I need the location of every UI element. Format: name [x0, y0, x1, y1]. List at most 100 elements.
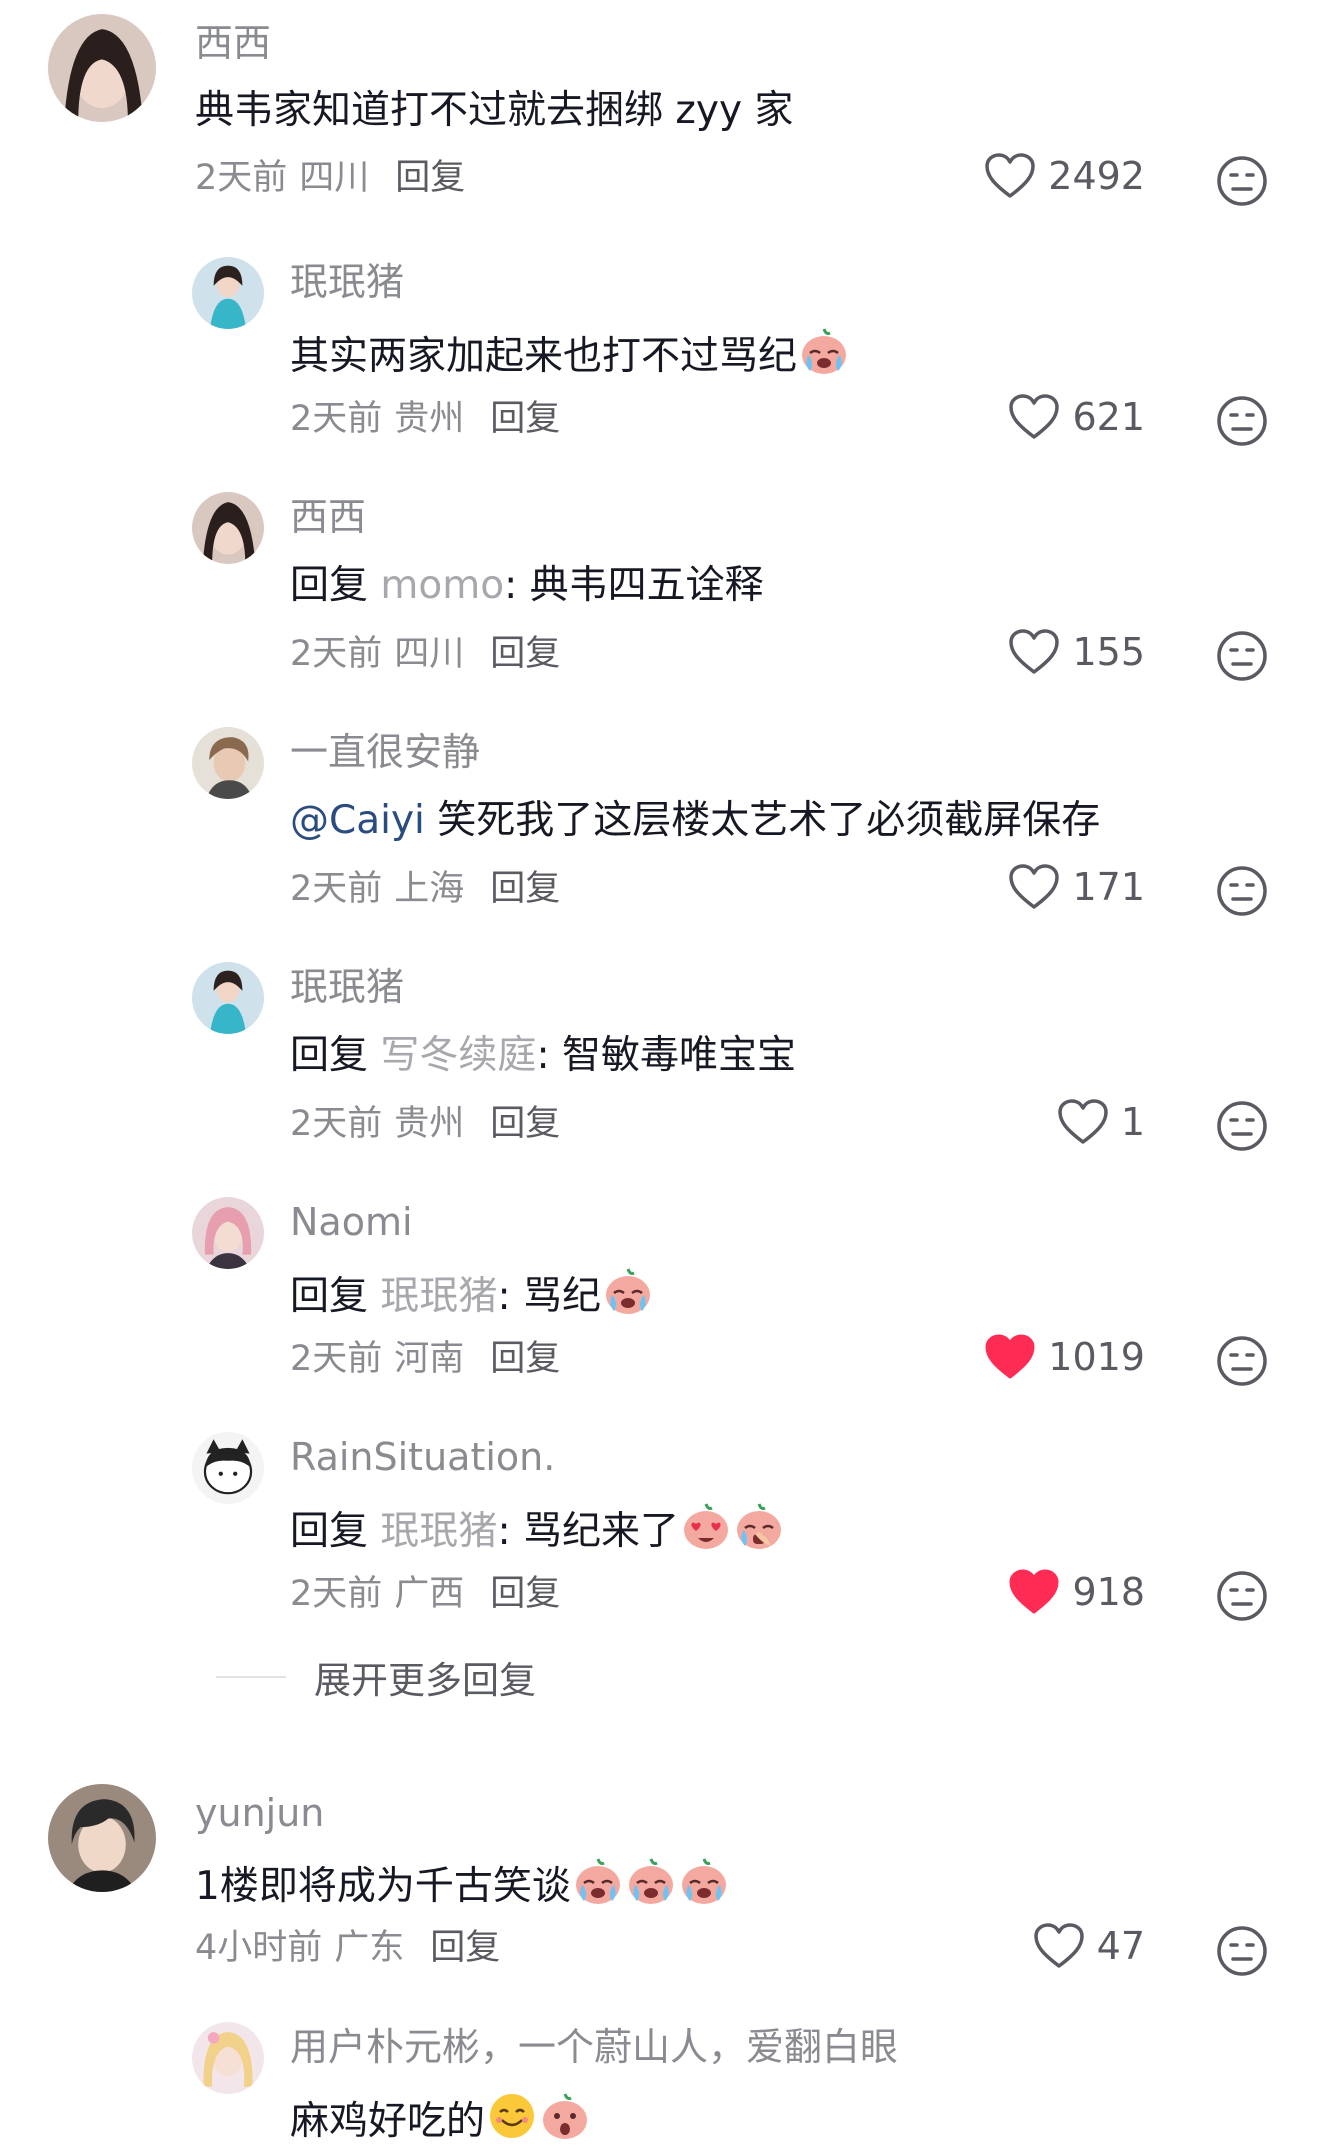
- heart-outline-icon: [1009, 629, 1060, 674]
- divider: [216, 1676, 286, 1678]
- like-button[interactable]: 2492: [984, 152, 1145, 200]
- reply-button[interactable]: 回复: [395, 158, 465, 198]
- comment-location: 河南: [394, 1339, 465, 1379]
- crying-face-icon: [798, 325, 850, 377]
- reply-button[interactable]: 回复: [490, 1339, 560, 1379]
- comment-meta: 2天前 贵州 回复: [290, 1101, 560, 1147]
- comment-location: 广东: [334, 1928, 405, 1968]
- expand-replies-button[interactable]: 展开更多回复: [216, 1650, 536, 1704]
- crying-face-icon: [678, 1855, 730, 1907]
- heart-eyes-face-icon: [680, 1500, 732, 1552]
- comment-body: : 智敏毒唯宝宝: [536, 1033, 796, 1078]
- comment-meta: 4小时前 广东 回复: [195, 1925, 500, 1971]
- comment-username[interactable]: 用户朴元彬，一个蔚山人，爱翻白眼: [290, 2023, 898, 2071]
- comment-location: 贵州: [394, 1104, 465, 1144]
- avatar[interactable]: [192, 492, 264, 564]
- comment-body: 麻鸡好吃的: [290, 2099, 486, 2144]
- comment-time: 2天前: [290, 399, 383, 439]
- reply-target-username[interactable]: momo: [380, 563, 504, 608]
- comment-text: 其实两家加起来也打不过骂纪: [290, 325, 850, 383]
- comment-username[interactable]: 一直很安静: [290, 728, 480, 776]
- comment-username[interactable]: 珉珉猪: [290, 258, 404, 306]
- like-button[interactable]: 171: [1008, 863, 1145, 911]
- comment-username[interactable]: 珉珉猪: [290, 963, 404, 1011]
- comment-body: : 骂纪来了: [497, 1509, 679, 1554]
- mention-link[interactable]: @Caiyi: [290, 798, 425, 843]
- reply-button[interactable]: 回复: [490, 399, 560, 439]
- comment-text: 典韦家知道打不过就去捆绑 zyy 家: [195, 85, 793, 137]
- comment-time: 2天前: [290, 1104, 383, 1144]
- like-count: 1: [1120, 1100, 1145, 1144]
- comment-time: 2天前: [290, 1574, 383, 1614]
- comment-meta: 2天前 广西 回复: [290, 1571, 560, 1617]
- like-count: 2492: [1048, 154, 1145, 198]
- like-button[interactable]: 1019: [984, 1333, 1145, 1381]
- avatar[interactable]: [192, 1197, 264, 1269]
- comment-meta: 2天前 上海 回复: [290, 866, 560, 912]
- like-count: 171: [1072, 865, 1145, 909]
- shocked-face-icon: [539, 2090, 591, 2142]
- comment-username[interactable]: 西西: [195, 19, 271, 67]
- heart-outline-icon: [1009, 394, 1060, 439]
- dislike-button[interactable]: [1216, 155, 1268, 207]
- neutral-face-icon: [1217, 396, 1267, 446]
- crying-face-icon: [602, 1265, 654, 1317]
- dislike-button[interactable]: [1216, 1100, 1268, 1152]
- comment-username[interactable]: yunjun: [195, 1789, 324, 1837]
- like-button[interactable]: 621: [1008, 393, 1145, 441]
- like-count: 1019: [1048, 1335, 1145, 1379]
- comment-location: 广西: [394, 1574, 465, 1614]
- sobbing-face-icon: [733, 1500, 785, 1552]
- crying-face-icon: [625, 1855, 677, 1907]
- neutral-face-icon: [1217, 1571, 1267, 1621]
- reply-button[interactable]: 回复: [490, 869, 560, 909]
- reply-button[interactable]: 回复: [490, 634, 560, 674]
- avatar[interactable]: [192, 257, 264, 329]
- like-button[interactable]: 918: [1008, 1568, 1145, 1616]
- reply-prefix: 回复: [290, 1509, 369, 1554]
- neutral-face-icon: [1217, 1101, 1267, 1151]
- like-button[interactable]: 155: [1008, 628, 1145, 676]
- comment-text: 麻鸡好吃的: [290, 2090, 591, 2148]
- like-count: 47: [1096, 1924, 1145, 1968]
- comment-text: 回复 momo: 典韦四五诠释: [290, 560, 764, 612]
- comment-location: 贵州: [394, 399, 465, 439]
- comment-time: 4小时前: [195, 1928, 323, 1968]
- comment-username[interactable]: Naomi: [290, 1198, 413, 1246]
- comment-time: 2天前: [290, 869, 383, 909]
- heart-outline-icon: [985, 153, 1036, 198]
- heart-outline-icon: [1033, 1923, 1084, 1968]
- like-count: 918: [1072, 1570, 1145, 1614]
- reply-target-username[interactable]: 写冬续庭: [380, 1033, 536, 1078]
- comment-username[interactable]: RainSituation.: [290, 1433, 555, 1481]
- dislike-button[interactable]: [1216, 630, 1268, 682]
- neutral-face-icon: [1217, 866, 1267, 916]
- comment-time: 2天前: [290, 1339, 383, 1379]
- avatar[interactable]: [48, 1784, 156, 1892]
- reply-button[interactable]: 回复: [490, 1574, 560, 1614]
- avatar[interactable]: [192, 1432, 264, 1504]
- comment-text: 回复 珉珉猪: 骂纪来了: [290, 1500, 785, 1558]
- comment-username[interactable]: 西西: [290, 493, 366, 541]
- heart-outline-icon: [1058, 1099, 1108, 1144]
- reply-button[interactable]: 回复: [490, 1104, 560, 1144]
- avatar[interactable]: [192, 2022, 264, 2094]
- dislike-button[interactable]: [1216, 1925, 1268, 1977]
- avatar[interactable]: [192, 962, 264, 1034]
- reply-target-username[interactable]: 珉珉猪: [380, 1509, 497, 1554]
- heart-outline-icon: [1009, 864, 1060, 909]
- reply-target-username[interactable]: 珉珉猪: [380, 1274, 497, 1319]
- dislike-button[interactable]: [1216, 395, 1268, 447]
- like-button[interactable]: 1: [1057, 1098, 1145, 1146]
- like-button[interactable]: 47: [1033, 1922, 1145, 1970]
- dislike-button[interactable]: [1216, 1335, 1268, 1387]
- dislike-button[interactable]: [1216, 1570, 1268, 1622]
- avatar[interactable]: [192, 727, 264, 799]
- dislike-button[interactable]: [1216, 865, 1268, 917]
- comment-body: 1楼即将成为千古笑谈: [195, 1864, 571, 1909]
- avatar[interactable]: [48, 14, 156, 122]
- like-count: 621: [1072, 395, 1145, 439]
- comment-text: 回复 珉珉猪: 骂纪: [290, 1265, 654, 1323]
- comment-location: 上海: [394, 869, 465, 909]
- reply-button[interactable]: 回复: [430, 1928, 500, 1968]
